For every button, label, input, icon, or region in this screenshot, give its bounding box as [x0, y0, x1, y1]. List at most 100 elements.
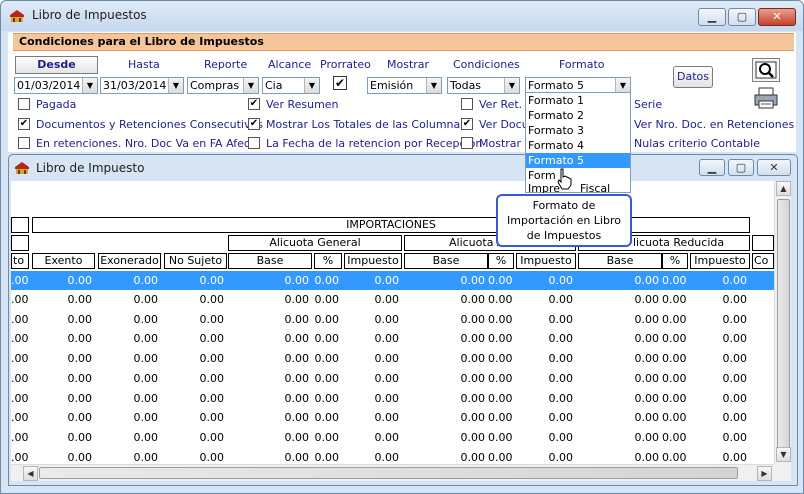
column-header[interactable]: % [662, 253, 688, 269]
datos-button[interactable]: Datos [673, 66, 713, 88]
dropdown-item[interactable]: Formato 2 [526, 108, 630, 123]
close-button[interactable]: ✕ [758, 8, 796, 26]
chevron-down-icon[interactable]: ▼ [82, 78, 97, 93]
prorrateo-checkbox[interactable]: ✔ [333, 76, 347, 90]
table-row[interactable]: .00 0.00 0.00 0.00 0.00 0.00 0.00 0.00 0.00 0.00 0… [11, 352, 774, 368]
table-row[interactable]: .00 0.00 0.00 0.00 0.00 0.00 0.00 0.00 0.00 0.00 0… [11, 392, 774, 408]
fecha-retencion-checkbox[interactable] [248, 137, 260, 149]
retenciones-fa-checkbox[interactable] [18, 137, 30, 149]
scroll-corner [774, 464, 791, 481]
column-header[interactable]: Impuesto [344, 253, 402, 269]
table-cell: 0.00 [662, 293, 687, 306]
formato-dropdown-list[interactable]: Formato 1 Formato 2 Formato 3 Formato 4 … [525, 92, 631, 193]
mostrar-r-checkbox[interactable] [461, 137, 473, 149]
table-row[interactable]: .00 0.00 0.00 0.00 0.00 0.00 0.00 0.00 0.00 0.00 0… [11, 274, 774, 290]
table-cell: 0.00 [199, 332, 225, 345]
table-cell: 0.00 [314, 411, 340, 424]
column-header[interactable]: Impuesto [516, 253, 576, 269]
pagada-checkbox[interactable] [18, 98, 30, 110]
alcance-select[interactable]: Cia ▼ [262, 77, 320, 94]
table-cell: 0.00 [374, 431, 400, 444]
dropdown-item[interactable]: Formato 3 [526, 123, 630, 138]
printer-icon [754, 87, 778, 109]
reporte-select[interactable]: Compras ▼ [187, 77, 259, 94]
dropdown-item[interactable]: Form [526, 168, 630, 183]
print-button[interactable] [752, 86, 780, 110]
importaciones-header: IMPORTACIONES [32, 217, 750, 233]
preview-button[interactable] [752, 58, 780, 82]
ver-ret-checkbox[interactable] [461, 98, 473, 110]
horizontal-scroll-thumb[interactable] [39, 467, 738, 479]
table-cell: 0.00 [314, 293, 340, 306]
table-cell: 0.00 [284, 332, 310, 345]
chevron-down-icon[interactable]: ▼ [426, 78, 441, 93]
column-header[interactable]: Base [578, 253, 662, 269]
table-cell: 0.00 [199, 274, 225, 287]
table-cell: 0.00 [67, 411, 93, 424]
scroll-down-icon[interactable]: ▼ [776, 447, 791, 462]
table-cell: 0.00 [634, 451, 660, 464]
ver-docum-checkbox[interactable]: ✔ [461, 118, 473, 130]
table-row[interactable]: .00 0.00 0.00 0.00 0.00 0.00 0.00 0.00 0.00 0.00 0… [11, 431, 774, 447]
table-row[interactable]: .00 0.00 0.00 0.00 0.00 0.00 0.00 0.00 0.00 0.00 0… [11, 372, 774, 388]
table-cell: 0.00 [488, 392, 513, 405]
column-header[interactable]: Co [752, 253, 774, 269]
report-maximize-button[interactable]: ▢ [728, 159, 754, 176]
horizontal-scrollbar[interactable]: ◀ ▶ [11, 464, 774, 481]
column-header[interactable]: Impuesto [690, 253, 750, 269]
table-cell: 0.00 [488, 451, 513, 464]
tooltip-line2: Importación en Libro [507, 214, 621, 227]
table-cell: 0.00 [548, 274, 574, 287]
hasta-date-combo[interactable]: 31/03/2014 ▼ [100, 77, 184, 94]
table-cell: 0.00 [634, 274, 660, 287]
chevron-down-icon[interactable]: ▼ [304, 78, 319, 93]
table-cell: .00 [11, 274, 29, 287]
vertical-scroll-thumb[interactable] [777, 199, 790, 454]
vertical-scrollbar[interactable]: ▲ ▼ [774, 181, 791, 464]
table-row[interactable]: .00 0.00 0.00 0.00 0.00 0.00 0.00 0.00 0.00 0.00 0… [11, 293, 774, 309]
scroll-up-icon[interactable]: ▲ [776, 181, 791, 196]
scroll-left-icon[interactable]: ◀ [23, 466, 38, 481]
chevron-down-icon[interactable]: ▼ [168, 78, 183, 93]
table-cell: 0.00 [662, 372, 687, 385]
column-header[interactable]: % [488, 253, 514, 269]
table-row[interactable]: .00 0.00 0.00 0.00 0.00 0.00 0.00 0.00 0.00 0.00 0… [11, 332, 774, 348]
table-row[interactable]: .00 0.00 0.00 0.00 0.00 0.00 0.00 0.00 0.00 0.00 0… [11, 313, 774, 329]
chevron-down-icon[interactable]: ▼ [615, 78, 630, 93]
table-cell: 0.00 [548, 392, 574, 405]
desde-button[interactable]: Desde [15, 56, 98, 74]
column-header[interactable]: to [11, 253, 29, 269]
documentos-consecutivas-checkbox[interactable]: ✔ [18, 118, 30, 130]
condiciones-select[interactable]: Todas ▼ [447, 77, 520, 94]
desde-date-combo[interactable]: 01/03/2014 ▼ [14, 77, 98, 94]
column-header[interactable]: Base [404, 253, 488, 269]
table-cell: 0.00 [199, 293, 225, 306]
column-header[interactable]: Exonerado [98, 253, 161, 269]
report-close-button[interactable]: ✕ [757, 159, 791, 176]
table-row[interactable]: .00 0.00 0.00 0.00 0.00 0.00 0.00 0.00 0.00 0.00 0… [11, 411, 774, 427]
column-header[interactable]: Exento [32, 253, 95, 269]
column-header[interactable]: % [314, 253, 342, 269]
table-cell: 0.00 [314, 392, 340, 405]
formato-tooltip: Formato de Importación en Libro de Impue… [496, 194, 632, 247]
chevron-down-icon[interactable]: ▼ [243, 78, 258, 93]
minimize-button[interactable]: ▁ [698, 8, 726, 26]
mostrar-totales-checkbox[interactable]: ✔ [248, 118, 260, 130]
ver-resumen-checkbox[interactable]: ✔ [248, 98, 260, 110]
table-cell: 0.00 [284, 451, 310, 464]
report-minimize-button[interactable]: ▁ [699, 159, 725, 176]
dropdown-item[interactable]: Impre [526, 182, 630, 193]
dropdown-item-selected[interactable]: Formato 5 [526, 153, 630, 168]
table-cell: 0.00 [67, 332, 93, 345]
table-cell: 0.00 [634, 392, 660, 405]
dropdown-item[interactable]: Formato 4 [526, 138, 630, 153]
chevron-down-icon[interactable]: ▼ [504, 78, 519, 93]
column-header[interactable]: No Sujeto [164, 253, 227, 269]
mostrar-select[interactable]: Emisión ▼ [367, 77, 442, 94]
table-cell: 0.00 [284, 431, 310, 444]
column-header[interactable]: Base [228, 253, 312, 269]
scroll-right-icon[interactable]: ▶ [757, 466, 772, 481]
dropdown-item[interactable]: Formato 1 [526, 93, 630, 108]
table-cell: 0.00 [662, 274, 687, 287]
maximize-button[interactable]: ▢ [728, 8, 756, 26]
